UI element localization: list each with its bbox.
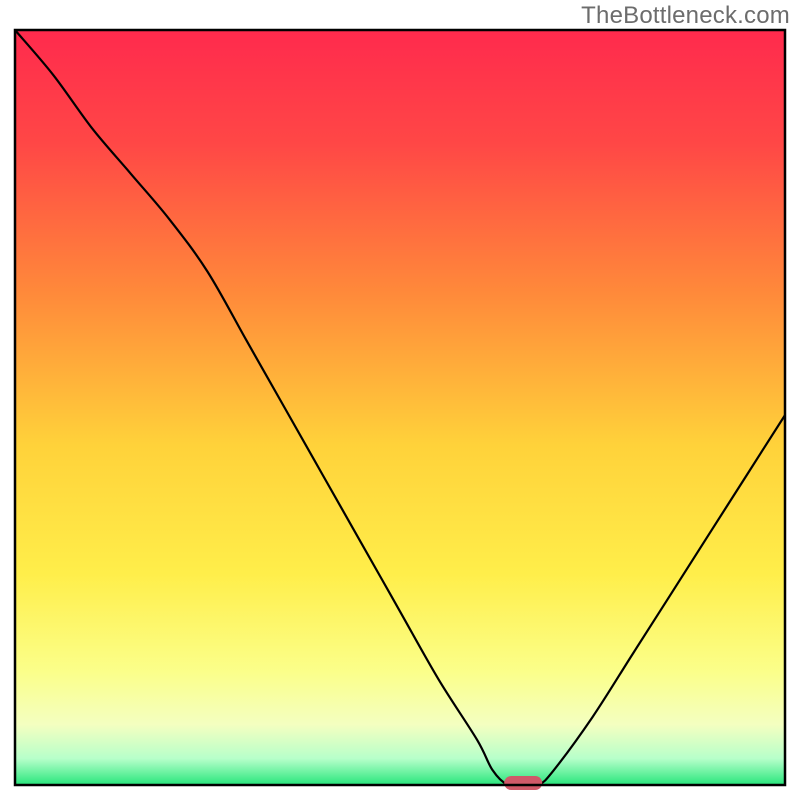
- watermark-label: TheBottleneck.com: [581, 2, 790, 30]
- optimal-marker: [504, 776, 542, 790]
- plot-background: [15, 30, 785, 785]
- chart-canvas: TheBottleneck.com: [0, 0, 800, 800]
- bottleneck-chart: [0, 0, 800, 800]
